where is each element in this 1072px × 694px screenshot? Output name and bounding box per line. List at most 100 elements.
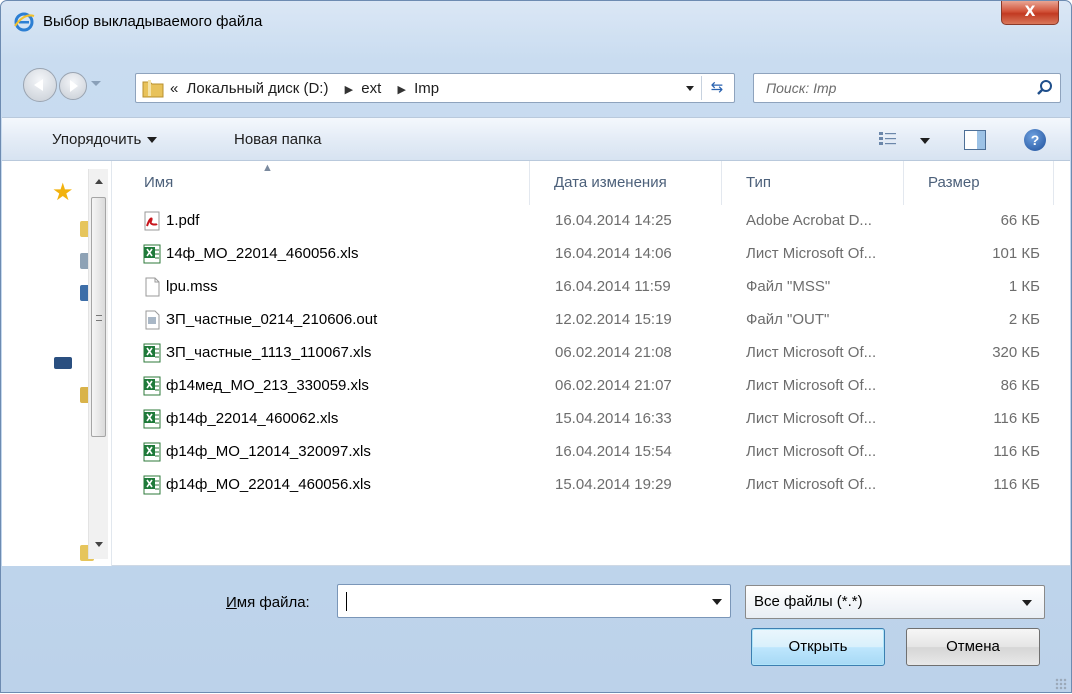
file-type: Adobe Acrobat D... — [746, 212, 872, 229]
file-size: 2 КБ — [1008, 311, 1040, 328]
filename-dropdown-icon[interactable] — [712, 599, 722, 605]
file-type: Лист Microsoft Of... — [746, 245, 877, 262]
excel-icon — [142, 475, 162, 495]
search-input[interactable]: Поиск: Imp — [766, 80, 836, 96]
address-bar[interactable]: « Локальный диск (D:) ▶ ext ▶ Imp ⇆ — [135, 73, 735, 103]
file-row[interactable]: lpu.mss 16.04.2014 11:59 Файл "MSS" 1 КБ — [120, 271, 1070, 304]
file-row[interactable]: ЗП_частные_1113_110067.xls 06.02.2014 21:… — [120, 337, 1070, 370]
close-button[interactable]: X — [1001, 1, 1059, 25]
network-icon[interactable] — [54, 357, 72, 369]
file-row[interactable]: 14ф_МО_22014_460056.xls 16.04.2014 14:06 Л… — [120, 238, 1070, 271]
file-size: 116 КБ — [993, 410, 1040, 427]
column-header-name[interactable]: ▲ Имя — [120, 161, 530, 205]
file-type: Лист Microsoft Of... — [746, 377, 877, 394]
file-date: 16.04.2014 15:54 — [555, 443, 672, 460]
file-type-filter[interactable]: Все файлы (*.*) — [745, 585, 1045, 619]
window-title: Выбор выкладываемого файла — [43, 13, 263, 30]
file-name: ф14ф_МО_22014_460056.xls — [166, 476, 371, 493]
breadcrumb-prefix[interactable]: « — [170, 80, 178, 97]
open-button[interactable]: Открыть — [751, 628, 885, 666]
file-name: 14ф_МО_22014_460056.xls — [166, 245, 359, 262]
filename-label-accesskey: И — [226, 594, 237, 611]
nav-scrollbar[interactable] — [88, 169, 108, 559]
file-row[interactable]: ф14ф_МО_12014_320097.xls 16.04.2014 15:54… — [120, 436, 1070, 469]
column-type-label: Тип — [746, 174, 772, 191]
file-type: Лист Microsoft Of... — [746, 443, 877, 460]
file-date: 06.02.2014 21:07 — [555, 377, 672, 394]
cancel-button[interactable]: Отмена — [906, 628, 1040, 666]
chevron-down-icon[interactable] — [1022, 600, 1032, 606]
column-header-type[interactable]: Тип — [722, 161, 904, 205]
file-row[interactable]: ф14ф_МО_22014_460056.xls 15.04.2014 19:29… — [120, 469, 1070, 502]
refresh-icon[interactable]: ⇆ — [706, 78, 728, 98]
file-open-dialog: Выбор выкладываемого файла X « Локальный… — [0, 0, 1072, 693]
back-button[interactable] — [23, 68, 57, 102]
organize-label: Упорядочить — [52, 131, 142, 148]
filename-label: Имя файла: — [226, 594, 310, 611]
file-name: ф14ф_22014_460062.xls — [166, 410, 339, 427]
address-dropdown-icon[interactable] — [686, 86, 694, 91]
column-header-size[interactable]: Размер — [904, 161, 1054, 205]
resize-grip-icon[interactable] — [1055, 678, 1067, 690]
help-icon[interactable]: ? — [1024, 129, 1046, 151]
excel-icon — [142, 442, 162, 462]
scroll-up-icon[interactable] — [95, 179, 103, 184]
excel-icon — [142, 409, 162, 429]
breadcrumb-item-ext[interactable]: ext — [361, 80, 381, 97]
file-name: ЗП_частные_0214_210606.out — [166, 311, 378, 328]
file-row[interactable]: ф14мед_МО_213_330059.xls 06.02.2014 21:07… — [120, 370, 1070, 403]
text-caret — [346, 592, 347, 611]
filename-field[interactable] — [337, 584, 731, 618]
excel-icon — [142, 244, 162, 264]
organize-button[interactable]: Упорядочить — [52, 131, 158, 148]
command-bar: Упорядочить Новая папка ? — [2, 117, 1070, 161]
file-name: ф14мед_МО_213_330059.xls — [166, 377, 369, 394]
file-row[interactable]: ЗП_частные_0214_210606.out 12.02.2014 15:… — [120, 304, 1070, 337]
bottom-panel: Имя файла: Все файлы (*.*) Открыть Отмен… — [1, 567, 1071, 694]
file-size: 66 КБ — [1000, 212, 1040, 229]
file-type-filter-value: Все файлы (*.*) — [754, 593, 863, 610]
search-icon[interactable] — [1036, 79, 1054, 97]
divider — [701, 76, 702, 100]
breadcrumb: « Локальный диск (D:) ▶ ext ▶ Imp — [170, 80, 443, 97]
column-header-date[interactable]: Дата изменения — [530, 161, 722, 205]
navigation-bar: « Локальный диск (D:) ▶ ext ▶ Imp ⇆ Поис… — [1, 63, 1071, 107]
filename-label-text: мя файла: — [236, 594, 310, 611]
folder-icon — [142, 80, 164, 98]
new-folder-button[interactable]: Новая папка — [234, 131, 321, 148]
breadcrumb-separator-icon[interactable]: ▶ — [397, 84, 405, 96]
preview-pane-icon[interactable] — [964, 130, 986, 150]
file-date: 16.04.2014 11:59 — [555, 278, 671, 295]
recent-locations-dropdown[interactable] — [91, 81, 101, 86]
search-box[interactable]: Поиск: Imp — [753, 73, 1061, 103]
file-date: 06.02.2014 21:08 — [555, 344, 672, 361]
file-size: 116 КБ — [993, 443, 1040, 460]
breadcrumb-item-drive[interactable]: Локальный диск (D:) — [187, 80, 329, 97]
column-name-label: Имя — [144, 174, 174, 191]
column-date-label: Дата изменения — [554, 174, 667, 191]
file-row[interactable]: ф14ф_22014_460062.xls 15.04.2014 16:33 Лис… — [120, 403, 1070, 436]
file-name: ЗП_частные_1113_110067.xls — [166, 344, 372, 361]
file-date: 15.04.2014 16:33 — [555, 410, 672, 427]
forward-button[interactable] — [59, 72, 87, 100]
file-type: Лист Microsoft Of... — [746, 410, 877, 427]
excel-icon — [142, 343, 162, 363]
breadcrumb-item-imp[interactable]: Imp — [414, 80, 439, 97]
favorites-star-icon[interactable]: ★ — [52, 181, 74, 205]
grip-icon — [96, 315, 102, 321]
file-size: 101 КБ — [992, 245, 1040, 262]
file-row[interactable]: 1.pdf 16.04.2014 14:25 Adobe Acrobat D... 6… — [120, 205, 1070, 238]
column-size-label: Размер — [928, 174, 980, 191]
file-type: Файл "MSS" — [746, 278, 831, 295]
scrollbar-thumb[interactable] — [91, 197, 106, 437]
pdf-icon — [142, 211, 162, 231]
breadcrumb-separator-icon[interactable]: ▶ — [345, 84, 353, 96]
view-options-icon[interactable] — [878, 131, 898, 147]
view-options-dropdown-icon[interactable] — [920, 138, 930, 144]
scroll-down-icon[interactable] — [95, 542, 103, 547]
sort-ascending-icon: ▲ — [262, 162, 273, 174]
file-date: 12.02.2014 15:19 — [555, 311, 672, 328]
chevron-down-icon — [147, 137, 158, 144]
blank-file-icon — [142, 277, 162, 297]
file-list: ▲ Имя Дата изменения Тип Размер 1.pdf 16.… — [120, 161, 1070, 566]
